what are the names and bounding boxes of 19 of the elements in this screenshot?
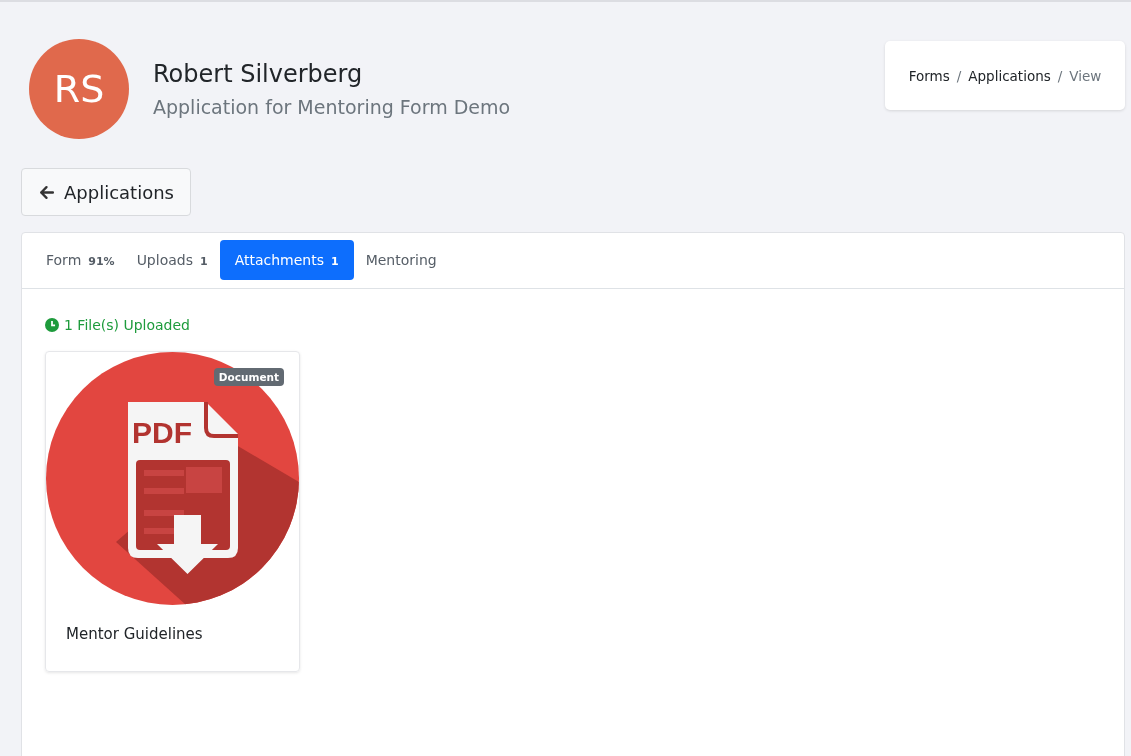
tab[interactable]: Attachments 1 xyxy=(219,240,354,280)
user-name: Robert Silverberg xyxy=(153,60,364,88)
breadcrumb-separator: / xyxy=(956,67,962,84)
file-card[interactable]: PDF Document Mentor Guidelines xyxy=(45,351,300,672)
avatar: RS xyxy=(29,39,129,139)
back-button[interactable]: Applications xyxy=(21,168,191,216)
arrow-left-icon xyxy=(38,183,55,201)
clock-icon xyxy=(45,318,59,332)
upload-status: 1 File(s) Uploaded xyxy=(64,317,190,333)
form-title: Application for Mentoring Form Demo xyxy=(153,96,511,118)
tab[interactable]: Form 91% xyxy=(36,240,125,280)
tab[interactable]: Uploads 1 xyxy=(126,240,218,280)
breadcrumb-link[interactable]: Forms xyxy=(908,67,950,84)
breadcrumb-separator: / xyxy=(1057,67,1063,84)
file-name: Mentor Guidelines xyxy=(65,624,204,645)
breadcrumb-link[interactable]: Applications xyxy=(968,67,1051,84)
breadcrumb-current: View xyxy=(1069,67,1102,84)
tab[interactable]: Mentoring xyxy=(355,240,447,280)
document-badge: Document xyxy=(213,368,284,386)
